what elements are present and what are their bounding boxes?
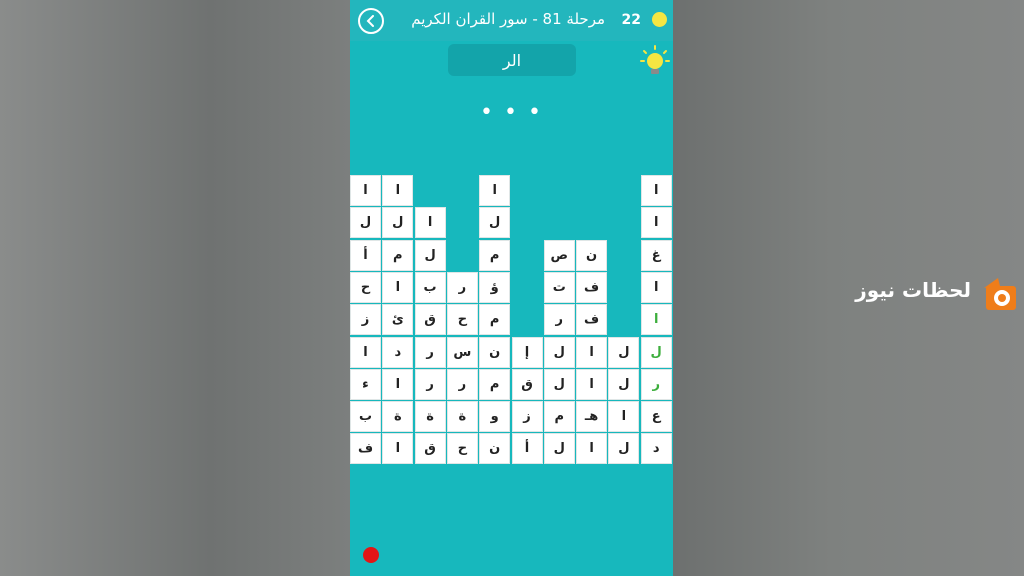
letter-tile[interactable]: ل	[382, 207, 414, 239]
blurred-background-left	[0, 0, 350, 576]
letter-tile[interactable]: ا	[640, 175, 672, 206]
letter-tile[interactable]: أ	[511, 433, 543, 465]
letter-tile[interactable]: ا	[608, 401, 640, 433]
letter-tile[interactable]: ؤ	[479, 271, 511, 303]
letter-tile[interactable]: ف	[350, 433, 381, 465]
letter-tile[interactable]: ر	[543, 304, 575, 336]
letter-tile[interactable]: ح	[350, 271, 381, 303]
letter-tile[interactable]: ق	[414, 304, 446, 336]
letter-tile[interactable]: م	[382, 239, 414, 271]
letter-tile[interactable]: ع	[640, 401, 672, 433]
letter-tile[interactable]: د	[382, 336, 414, 368]
letter-tile[interactable]: أ	[350, 239, 381, 271]
letter-tile[interactable]: ن	[479, 336, 511, 368]
letter-tile[interactable]: ف	[576, 304, 608, 336]
letter-tile[interactable]: ر	[446, 368, 478, 400]
letter-tile[interactable]: ز	[350, 304, 381, 336]
letter-tile[interactable]: س	[446, 336, 478, 368]
letter-tile[interactable]: ل	[543, 336, 575, 368]
letter-tile[interactable]: ا	[414, 207, 446, 239]
current-word-box: الر	[448, 44, 576, 76]
progress-dots: • • •	[480, 100, 543, 125]
back-arrow-icon[interactable]	[358, 8, 384, 34]
coin-count: 22	[621, 12, 641, 28]
letter-tile[interactable]: هـ	[576, 401, 608, 433]
letter-tile[interactable]: ر	[414, 336, 446, 368]
letter-tile[interactable]: ل	[608, 433, 640, 465]
letter-tile[interactable]: ح	[446, 304, 478, 336]
letter-tile[interactable]: ن	[576, 239, 608, 271]
letter-tile[interactable]: ا	[576, 433, 608, 465]
level-title: مرحلة 81 - سور القران الكريم	[411, 10, 605, 28]
letter-tile[interactable]: ء	[350, 368, 381, 400]
letter-tile[interactable]: م	[479, 368, 511, 400]
coin-icon	[652, 12, 667, 27]
letter-tile[interactable]: ة	[382, 401, 414, 433]
letter-tile[interactable]: ة	[446, 401, 478, 433]
letter-tile[interactable]: ا	[382, 175, 414, 206]
letter-tile[interactable]: ا	[382, 368, 414, 400]
letter-tile[interactable]: ت	[543, 271, 575, 303]
game-screen: مرحلة 81 - سور القران الكريم 22 الر • • …	[350, 0, 673, 576]
letter-tile[interactable]: ئ	[382, 304, 414, 336]
letter-tile[interactable]: ق	[414, 433, 446, 465]
letter-tile[interactable]: ا	[640, 304, 672, 336]
letter-tile[interactable]: ر	[446, 271, 478, 303]
watermark-text: لحظات نيوز	[855, 278, 971, 302]
watermark-logo-icon	[980, 276, 1018, 312]
lightbulb-hint-icon[interactable]	[640, 45, 670, 77]
letter-tile[interactable]: ا	[479, 175, 511, 206]
top-bar: مرحلة 81 - سور القران الكريم 22	[350, 0, 673, 41]
letter-tile[interactable]: ل	[543, 368, 575, 400]
letter-tile[interactable]: ر	[640, 368, 672, 400]
letter-tile[interactable]: ل	[479, 207, 511, 239]
letter-tile[interactable]: ا	[382, 433, 414, 465]
letter-tile[interactable]: ل	[350, 207, 381, 239]
letter-tile[interactable]: ن	[479, 433, 511, 465]
letter-tile[interactable]: ز	[511, 401, 543, 433]
letter-tile[interactable]: غ	[640, 239, 672, 271]
letter-tile[interactable]: ا	[576, 368, 608, 400]
letter-tile[interactable]: إ	[511, 336, 543, 368]
letter-tile[interactable]: ا	[382, 271, 414, 303]
letter-tile[interactable]: ب	[414, 271, 446, 303]
letter-tile[interactable]: ا	[350, 336, 381, 368]
letter-tile[interactable]: ف	[576, 271, 608, 303]
letter-tile[interactable]: م	[479, 304, 511, 336]
letter-tile[interactable]: ل	[414, 239, 446, 271]
letter-tile[interactable]: ا	[640, 207, 672, 239]
letter-tile[interactable]: ر	[414, 368, 446, 400]
letter-tile[interactable]: ل	[608, 368, 640, 400]
letter-tile[interactable]: ة	[414, 401, 446, 433]
record-indicator	[363, 547, 379, 563]
letter-tile[interactable]: ص	[543, 239, 575, 271]
letter-tile[interactable]: ق	[511, 368, 543, 400]
letter-tile[interactable]: ب	[350, 401, 381, 433]
letter-tile[interactable]: م	[543, 401, 575, 433]
letter-tile[interactable]: ل	[640, 336, 672, 368]
letter-tile[interactable]: ل	[543, 433, 575, 465]
letter-tile[interactable]: ا	[640, 271, 672, 303]
letter-tile[interactable]: ا	[350, 175, 381, 206]
letter-tile[interactable]: ل	[608, 336, 640, 368]
letter-tile[interactable]: م	[479, 239, 511, 271]
letter-tile[interactable]: ا	[576, 336, 608, 368]
letter-tile[interactable]: ح	[446, 433, 478, 465]
letter-tile[interactable]: د	[640, 433, 672, 465]
blurred-background-right	[673, 0, 1024, 576]
letter-tile[interactable]: و	[479, 401, 511, 433]
